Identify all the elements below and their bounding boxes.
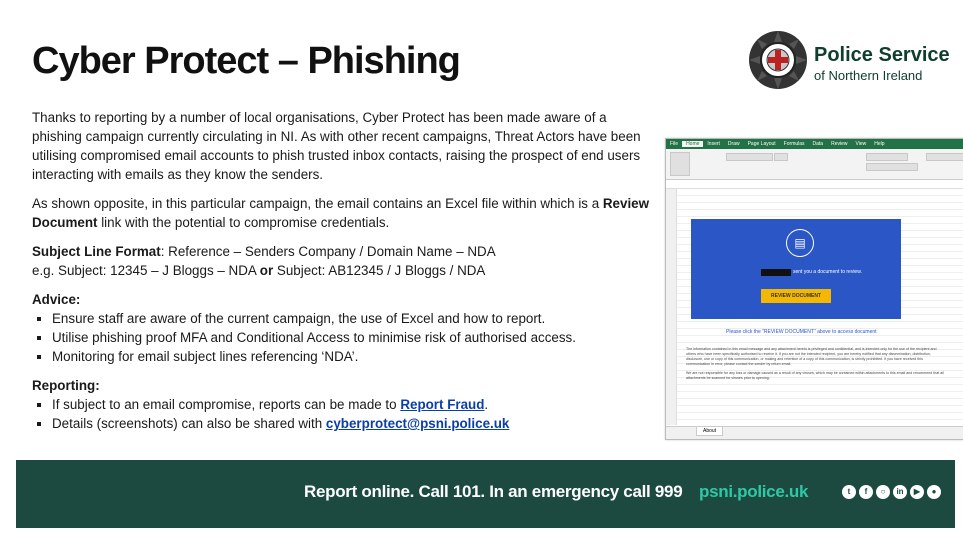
- cyberprotect-email-link[interactable]: cyberprotect@psni.police.uk: [326, 416, 509, 431]
- reporting-list: If subject to an email compromise, repor…: [32, 395, 657, 433]
- tab-help: Help: [874, 141, 885, 147]
- slide: Cyber Protect – Phishing Police Service …: [10, 4, 963, 537]
- facebook-icon[interactable]: f: [859, 485, 873, 499]
- tab-formulas: Formulas: [783, 141, 805, 147]
- subject-line-section: Subject Line Format: Reference – Senders…: [32, 242, 657, 280]
- tab-data: Data: [812, 141, 824, 147]
- page-title: Cyber Protect – Phishing: [32, 40, 461, 82]
- list-item: Monitoring for email subject lines refer…: [52, 347, 657, 366]
- example-suffix: Subject: AB12345 / J Bloggs / NDA: [273, 263, 486, 278]
- tab-home: Home: [682, 141, 704, 147]
- row-numbers: [666, 189, 677, 425]
- advice-section: Advice: Ensure staff are aware of the cu…: [32, 290, 657, 366]
- wrap-text-button: [866, 153, 908, 161]
- footer-text: Report online. Call 101. In an emergency…: [304, 482, 683, 501]
- psni-badge-icon: [749, 31, 807, 89]
- reporting-text: If subject to an email compromise, repor…: [52, 397, 401, 412]
- tab-draw: Draw: [727, 141, 740, 147]
- font-dropdown: [726, 153, 773, 161]
- phishing-email-banner: ▤ sent you a document to review. REVIEW …: [691, 219, 901, 319]
- reporting-section: Reporting: If subject to an email compro…: [32, 376, 657, 433]
- campaign-text-suffix: link with the potential to compromise cr…: [97, 215, 390, 230]
- advice-heading: Advice:: [32, 292, 81, 307]
- example-prefix: e.g. Subject: 12345 – J Bloggs – NDA: [32, 263, 260, 278]
- psni-logo: Police Service of Northern Ireland: [748, 30, 953, 96]
- excel-ribbon-tabs: File Home Insert Draw Page Layout Formul…: [666, 139, 963, 149]
- list-item: Utilise phishing proof MFA and Condition…: [52, 328, 657, 347]
- tab-view: View: [855, 141, 867, 147]
- excel-ribbon: [666, 149, 963, 180]
- excel-screenshot: File Home Insert Draw Page Layout Formul…: [665, 138, 963, 440]
- body-text: Thanks to reporting by a number of local…: [32, 108, 657, 433]
- disclaimer-text: The information contained in this email …: [686, 347, 946, 381]
- excel-grid: ▤ sent you a document to review. REVIEW …: [666, 189, 963, 425]
- sheet-tab-about: About: [696, 427, 724, 436]
- youtube-icon[interactable]: ▶: [910, 485, 924, 499]
- example-or: or: [259, 263, 274, 278]
- logo-title: Police Service: [814, 44, 950, 66]
- sheet-tabs: About: [666, 426, 963, 439]
- reporting-period: .: [484, 397, 489, 412]
- campaign-text-prefix: As shown opposite, in this particular ca…: [32, 196, 603, 211]
- reporting-text: Details (screenshots) can also be shared…: [52, 416, 326, 431]
- reporting-heading: Reporting:: [32, 378, 100, 393]
- subject-line-format: Subject Line Format: Reference – Senders…: [32, 242, 657, 261]
- disclaimer-2: We are not responsible for any loss or d…: [686, 371, 944, 380]
- instagram-icon[interactable]: ○: [876, 485, 890, 499]
- number-format-dropdown: [926, 153, 963, 161]
- tab-insert: Insert: [707, 141, 720, 147]
- advice-list: Ensure staff are aware of the current ca…: [32, 309, 657, 366]
- subject-line-example: e.g. Subject: 12345 – J Bloggs – NDA or …: [32, 261, 657, 280]
- disclaimer-1: The information contained in this email …: [686, 347, 937, 366]
- intro-paragraph: Thanks to reporting by a number of local…: [32, 110, 641, 182]
- list-item: Details (screenshots) can also be shared…: [52, 414, 657, 433]
- list-item: Ensure staff are aware of the current ca…: [52, 309, 657, 328]
- review-document-button: REVIEW DOCUMENT: [761, 289, 831, 303]
- social-icons: t f ○ in ▶ ●: [842, 485, 941, 499]
- report-fraud-link[interactable]: Report Fraud: [400, 397, 484, 412]
- subject-line-format-text: : Reference – Senders Company / Domain N…: [160, 244, 496, 259]
- font-size-dropdown: [774, 153, 788, 161]
- twitter-icon[interactable]: t: [842, 485, 856, 499]
- footer-url[interactable]: psni.police.uk: [699, 482, 808, 502]
- tab-page-layout: Page Layout: [747, 141, 776, 147]
- formula-bar: [666, 180, 963, 189]
- tab-review: Review: [831, 141, 848, 147]
- document-icon: ▤: [786, 229, 814, 257]
- redacted-sender: [761, 269, 791, 276]
- list-item: If subject to an email compromise, repor…: [52, 395, 657, 414]
- tab-file: File: [670, 141, 679, 147]
- subject-line-label: Subject Line Format: [32, 244, 161, 259]
- campaign-paragraph: As shown opposite, in this particular ca…: [32, 194, 657, 232]
- logo-subtitle: of Northern Ireland: [814, 68, 923, 83]
- footer-banner: Report online. Call 101. In an emergency…: [16, 460, 955, 528]
- sent-text: sent you a document to review.: [793, 269, 862, 275]
- paste-icon: [670, 152, 690, 176]
- linkedin-icon[interactable]: in: [893, 485, 907, 499]
- merge-center-button: [866, 163, 918, 171]
- snapchat-icon[interactable]: ●: [927, 485, 941, 499]
- please-click-text: Please click the "REVIEW DOCUMENT" above…: [726, 329, 877, 335]
